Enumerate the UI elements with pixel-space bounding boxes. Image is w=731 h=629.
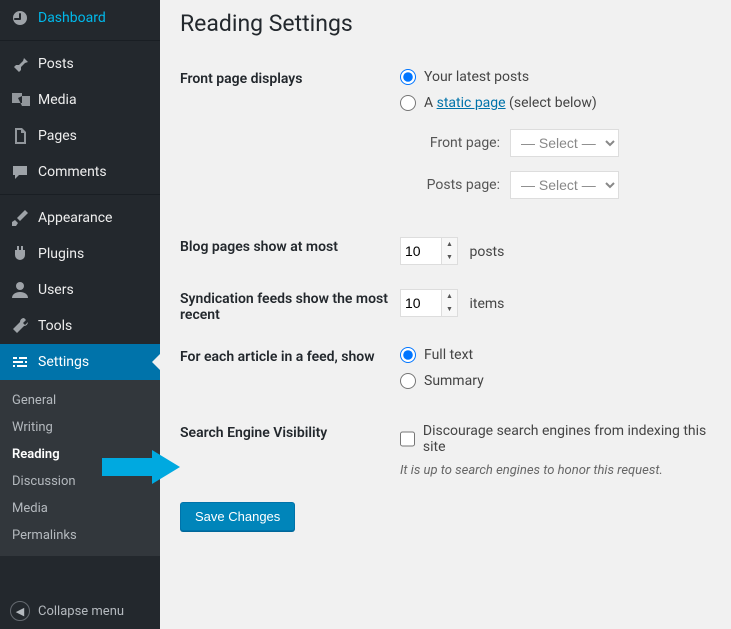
page-title: Reading Settings: [180, 10, 711, 37]
radio-latest-posts-input[interactable]: [400, 69, 416, 85]
sidebar-item-label: Plugins: [38, 246, 84, 262]
sidebar-item-appearance[interactable]: Appearance: [0, 200, 160, 236]
radio-summary-label: Summary: [424, 373, 484, 389]
label-front-page: Front page displays: [180, 69, 400, 87]
syndication-unit: items: [469, 296, 504, 312]
syndication-input[interactable]: [400, 289, 442, 317]
brush-icon: [10, 208, 30, 228]
sidebar-item-label: Appearance: [38, 210, 112, 226]
sliders-icon: [10, 352, 30, 372]
save-button[interactable]: Save Changes: [180, 502, 295, 531]
spinner-down-button[interactable]: ▼: [442, 251, 457, 264]
menu-separator: [0, 36, 160, 41]
posts-page-select[interactable]: — Select —: [510, 171, 619, 199]
radio-summary-input[interactable]: [400, 373, 416, 389]
sidebar-item-posts[interactable]: Posts: [0, 46, 160, 82]
collapse-menu-button[interactable]: ◀ Collapse menu: [0, 593, 160, 629]
row-syndication: Syndication feeds show the most recent ▲…: [180, 277, 711, 335]
sidebar-item-settings[interactable]: Settings: [0, 344, 160, 380]
sidebar-item-label: Pages: [38, 128, 77, 144]
posts-page-select-label: Posts page:: [400, 177, 500, 193]
radio-full-text-input[interactable]: [400, 347, 416, 363]
static-suffix: (select below): [506, 95, 597, 111]
radio-latest-posts[interactable]: Your latest posts: [400, 69, 711, 85]
checkbox-discourage[interactable]: Discourage search engines from indexing …: [400, 423, 711, 455]
radio-latest-posts-label: Your latest posts: [424, 69, 529, 85]
admin-sidebar: Dashboard Posts Media Pages Comments: [0, 0, 160, 629]
radio-full-text[interactable]: Full text: [400, 347, 711, 363]
sidebar-item-tools[interactable]: Tools: [0, 308, 160, 344]
spinner-down-button[interactable]: ▼: [442, 303, 457, 316]
sidebar-item-label: Users: [38, 282, 74, 298]
sidebar-item-plugins[interactable]: Plugins: [0, 236, 160, 272]
checkbox-discourage-label: Discourage search engines from indexing …: [423, 423, 711, 455]
sidebar-item-dashboard[interactable]: Dashboard: [0, 0, 160, 36]
menu-separator: [0, 190, 160, 195]
submenu-item-writing[interactable]: Writing: [0, 414, 160, 441]
label-blog-pages: Blog pages show at most: [180, 237, 400, 255]
row-front-page-displays: Front page displays Your latest posts A …: [180, 57, 711, 225]
sidebar-item-label: Dashboard: [38, 10, 106, 26]
submenu-item-reading[interactable]: Reading: [0, 441, 160, 468]
row-blog-pages: Blog pages show at most ▲ ▼ posts: [180, 225, 711, 277]
sidebar-item-comments[interactable]: Comments: [0, 154, 160, 190]
media-icon: [10, 90, 30, 110]
label-feed-article: For each article in a feed, show: [180, 347, 400, 365]
blog-pages-spinner: ▲ ▼: [442, 237, 458, 265]
sidebar-item-label: Posts: [38, 56, 74, 72]
submenu-item-discussion[interactable]: Discussion: [0, 468, 160, 495]
radio-full-text-label: Full text: [424, 347, 473, 363]
user-icon: [10, 280, 30, 300]
comment-icon: [10, 162, 30, 182]
label-syndication: Syndication feeds show the most recent: [180, 289, 400, 323]
collapse-icon: ◀: [10, 601, 30, 621]
pages-icon: [10, 126, 30, 146]
spinner-up-button[interactable]: ▲: [442, 238, 457, 251]
settings-submenu: General Writing Reading Discussion Media…: [0, 380, 160, 556]
sidebar-item-label: Media: [38, 92, 77, 108]
row-feed-article: For each article in a feed, show Full te…: [180, 335, 711, 411]
submenu-item-media[interactable]: Media: [0, 495, 160, 522]
sidebar-item-label: Comments: [38, 164, 107, 180]
front-page-select-label: Front page:: [400, 135, 500, 151]
static-page-link[interactable]: static page: [437, 95, 506, 111]
blog-pages-input[interactable]: [400, 237, 442, 265]
sidebar-item-media[interactable]: Media: [0, 82, 160, 118]
dashboard-icon: [10, 8, 30, 28]
sidebar-item-label: Settings: [38, 354, 89, 370]
row-search-visibility: Search Engine Visibility Discourage sear…: [180, 411, 711, 490]
static-prefix: A: [424, 95, 437, 111]
radio-static-page-input[interactable]: [400, 95, 416, 111]
main-content: Reading Settings Front page displays You…: [160, 0, 731, 629]
radio-static-page[interactable]: A static page (select below): [400, 95, 711, 111]
submenu-item-permalinks[interactable]: Permalinks: [0, 522, 160, 549]
submenu-item-general[interactable]: General: [0, 387, 160, 414]
front-page-select[interactable]: — Select —: [510, 129, 619, 157]
collapse-label: Collapse menu: [38, 604, 124, 619]
syndication-spinner: ▲ ▼: [442, 289, 458, 317]
sidebar-item-users[interactable]: Users: [0, 272, 160, 308]
plug-icon: [10, 244, 30, 264]
sidebar-item-pages[interactable]: Pages: [0, 118, 160, 154]
search-visibility-desc: It is up to search engines to honor this…: [400, 463, 711, 478]
radio-summary[interactable]: Summary: [400, 373, 711, 389]
pin-icon: [10, 54, 30, 74]
spinner-up-button[interactable]: ▲: [442, 290, 457, 303]
label-search-visibility: Search Engine Visibility: [180, 423, 400, 441]
wrench-icon: [10, 316, 30, 336]
blog-pages-unit: posts: [469, 244, 504, 260]
checkbox-discourage-input[interactable]: [400, 431, 415, 447]
sidebar-item-label: Tools: [38, 318, 72, 334]
